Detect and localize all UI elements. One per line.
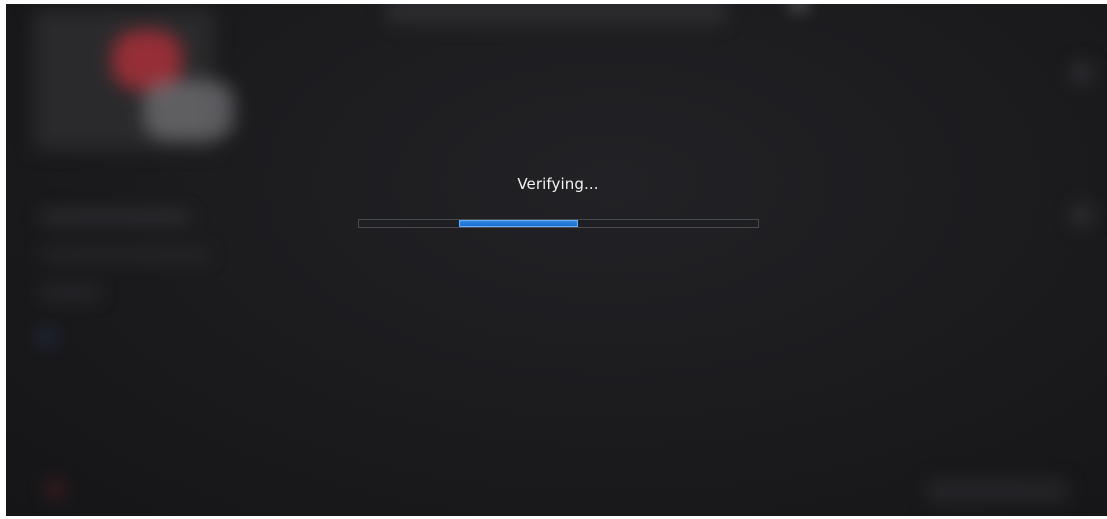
progress-bar-indicator [458,220,579,227]
blurred-sidebar-item [40,288,100,298]
blurred-background [6,4,1107,516]
app-window: Verifying... [6,4,1107,516]
blurred-thumbnail [34,10,234,150]
verifying-status-text: Verifying... [517,175,599,193]
blurred-sidebar-item [40,250,210,260]
blurred-bottom-icon [46,480,64,498]
blurred-right-icon [1071,62,1093,84]
blurred-top-bar [386,4,726,24]
blurred-bottom-button [927,480,1067,502]
blurred-top-indicator [794,4,804,8]
blurred-sidebar-item [40,212,190,222]
blurred-thumbnail-shape [144,80,234,140]
blurred-right-icon [1071,204,1093,226]
progress-bar [358,219,759,228]
blurred-sidebar-accent [40,332,54,342]
